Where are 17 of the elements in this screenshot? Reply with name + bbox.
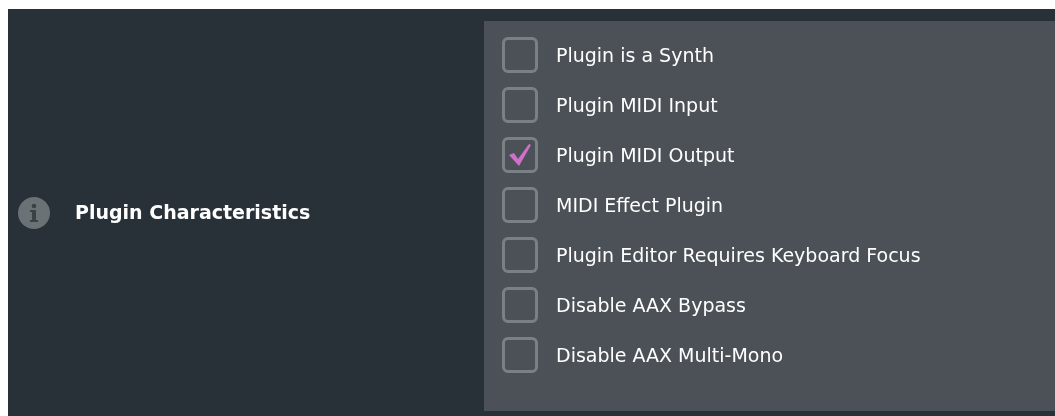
checkbox[interactable]	[502, 187, 538, 223]
option-label: Plugin MIDI Output	[556, 142, 735, 168]
checkbox[interactable]	[502, 287, 538, 323]
checkbox[interactable]	[502, 87, 538, 123]
option-label: Plugin is a Synth	[556, 42, 714, 68]
option-label: Plugin Editor Requires Keyboard Focus	[556, 242, 921, 268]
property-label: Plugin Characteristics	[75, 200, 311, 226]
checkmark-icon	[507, 142, 533, 168]
info-icon[interactable]	[18, 196, 50, 229]
checkbox[interactable]	[502, 137, 538, 173]
checkbox[interactable]	[502, 337, 538, 373]
option-label: MIDI Effect Plugin	[556, 192, 724, 218]
option-label: Disable AAX Bypass	[556, 292, 746, 318]
checkbox[interactable]	[502, 37, 538, 73]
checkbox[interactable]	[502, 237, 538, 273]
option-label: Plugin MIDI Input	[556, 92, 718, 118]
option-label: Disable AAX Multi-Mono	[556, 342, 784, 368]
